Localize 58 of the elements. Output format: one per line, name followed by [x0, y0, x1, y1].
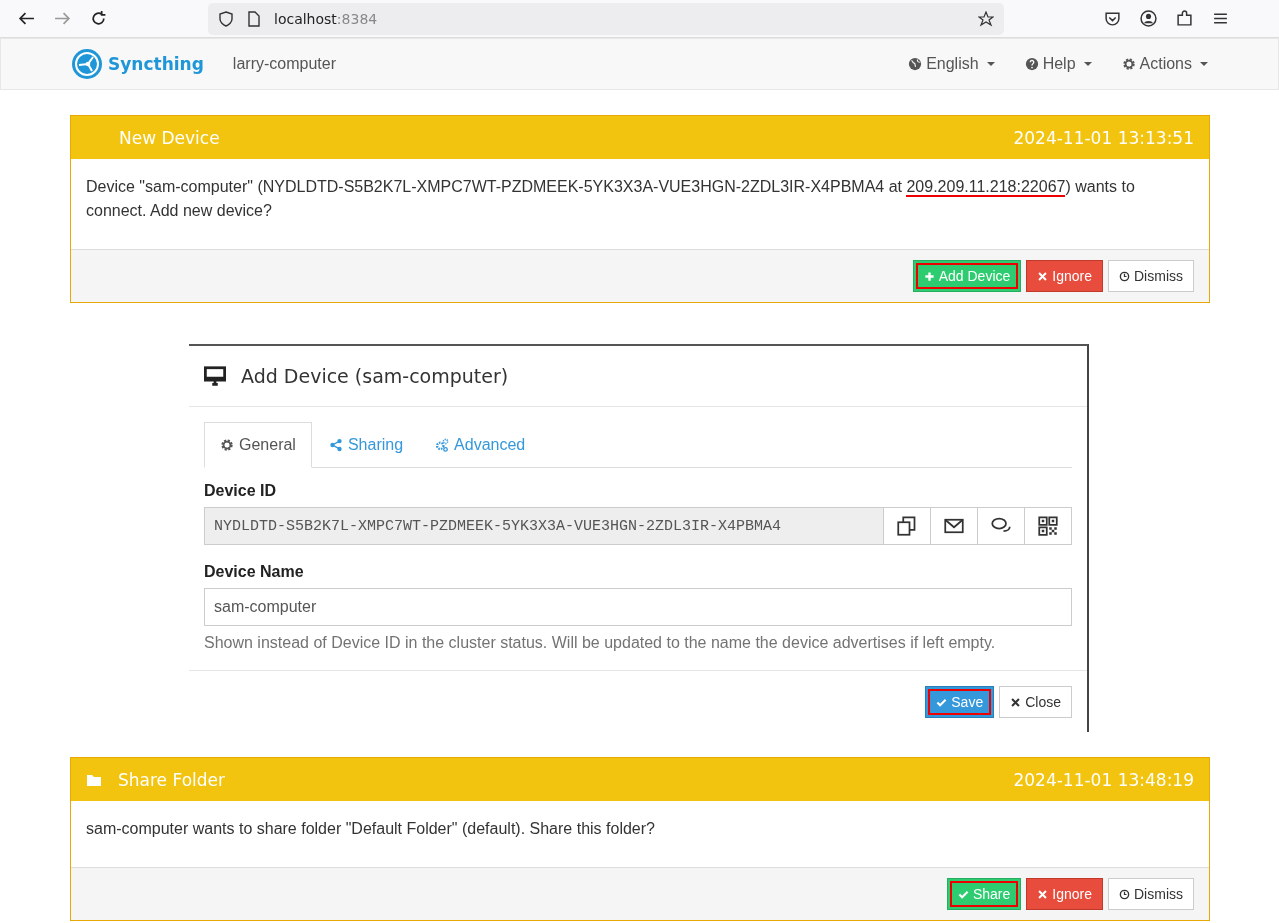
copy-icon: [897, 516, 917, 536]
check-icon: [936, 696, 948, 708]
navbar-menu[interactable]: Help: [1024, 55, 1092, 73]
notification-message: sam-computer wants to share folder "Default Folder" (default). Share this folder?: [86, 819, 656, 839]
back-arrow-icon: [17, 10, 35, 27]
syncthing-logo-icon: [71, 48, 103, 80]
device-name: larry-computer: [232, 55, 336, 73]
reload-icon: [89, 10, 107, 27]
action-button[interactable]: Dismiss: [1108, 260, 1194, 292]
icon-button[interactable]: [978, 507, 1025, 545]
plus-icon: [923, 270, 935, 282]
navbar-menu[interactable]: English: [908, 55, 995, 73]
tab[interactable]: General: [204, 422, 312, 468]
account-icon: [1139, 10, 1157, 27]
menu-icon: [1211, 10, 1229, 27]
device-id-field[interactable]: NYDLDTD-S5B2K7L-XMPC7WT-PZDMEEK-5YK3X3A-VUE3HGN-2ZDL3IR-X4PBMA4: [204, 507, 884, 545]
shield-icon: [218, 10, 234, 27]
address-link[interactable]: 209.209.11.218:22067: [906, 178, 1066, 197]
action-button[interactable]: Close: [999, 686, 1072, 718]
action-button[interactable]: Ignore: [1026, 878, 1103, 910]
clock-icon: [1119, 270, 1130, 282]
modal-title: Add Device (sam-computer): [241, 365, 509, 387]
star-icon: [978, 10, 994, 27]
url-text[interactable]: localhost:8384: [274, 10, 378, 27]
envelope-icon: [944, 516, 964, 536]
device-name-field[interactable]: sam-computer: [204, 588, 1072, 626]
check-icon: [957, 888, 969, 900]
forward-arrow-icon: [53, 10, 71, 27]
x-icon: [1037, 888, 1049, 900]
caret-icon: [986, 62, 995, 66]
action-button[interactable]: Ignore: [1026, 260, 1103, 292]
pocket-icon: [1103, 10, 1121, 27]
share-icon: [328, 437, 343, 452]
gear-icon: [220, 438, 234, 452]
caret-icon: [1200, 62, 1208, 66]
action-button[interactable]: Dismiss: [1108, 878, 1194, 910]
question-circle-icon: [1024, 57, 1039, 71]
field-label: Device ID: [204, 482, 278, 500]
address-bar[interactable]: localhost:8384: [208, 2, 1004, 35]
panel-title: New Device: [119, 127, 220, 148]
timestamp: 2024-11-01 13:13:51: [1013, 127, 1194, 148]
icon-button[interactable]: [884, 507, 931, 545]
x-icon: [1010, 696, 1022, 708]
panel-title: Share Folder: [118, 769, 225, 790]
monitor-icon: [204, 365, 226, 387]
icon-button[interactable]: [1025, 507, 1072, 545]
caret-icon: [1083, 62, 1092, 66]
field-label: Device Name: [204, 563, 305, 581]
navbar-menu[interactable]: Actions: [1121, 55, 1208, 73]
qr-code-icon: [1038, 516, 1058, 536]
x-icon: [1037, 270, 1049, 282]
timestamp: 2024-11-01 13:48:19: [1013, 769, 1194, 790]
notification-message: Device "sam-computer" (NYDLDTD-S5B2K7L-XMPC7WT-PZDMEEK-5YK3X3A-VUE3HGN-2ZDL3IR-X4PBMA4 at 209.209.11.218:22067) wants to connect. Add new device?: [86, 177, 1136, 221]
icon-button[interactable]: [931, 507, 978, 545]
clock-icon: [1119, 888, 1130, 900]
help-text: Shown instead of Device ID in the cluster status. Will be updated to the name the device advertises if left empty.: [204, 634, 997, 652]
gear-icon: [1121, 57, 1136, 71]
page-icon: [246, 10, 262, 27]
